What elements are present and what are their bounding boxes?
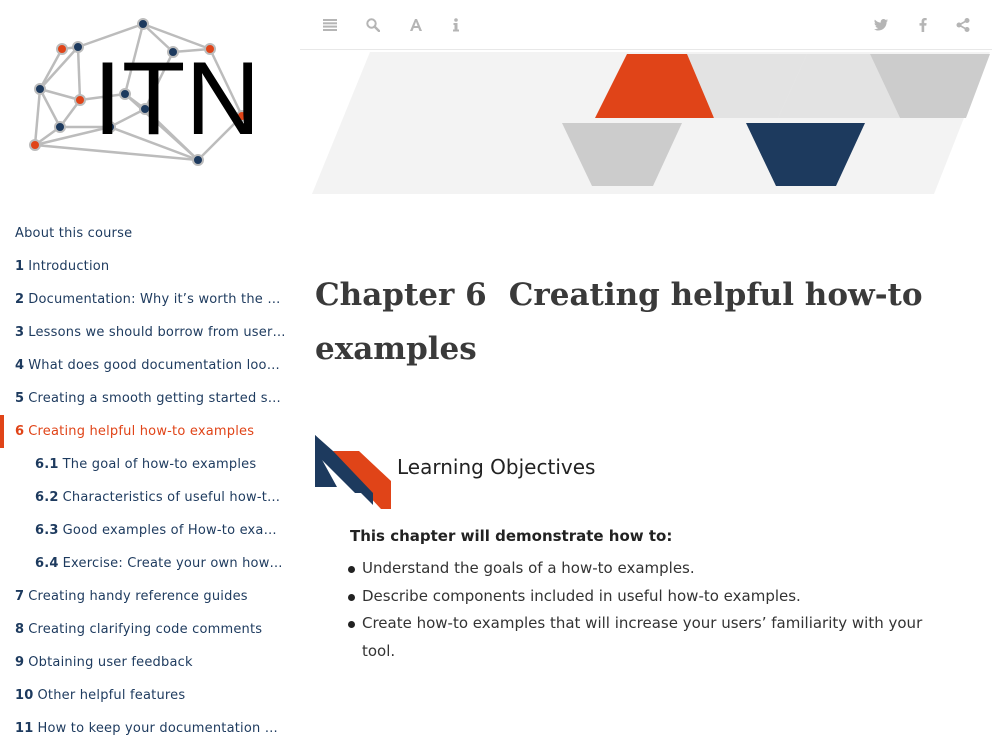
learning-objectives-body: This chapter will demonstrate how to: Un… xyxy=(348,527,950,665)
list-item: Understand the goals of a how-to example… xyxy=(348,555,950,583)
share-icon[interactable] xyxy=(953,15,973,35)
toc-item-label: About this course xyxy=(15,226,133,241)
font-settings-icon[interactable] xyxy=(406,15,426,35)
toc-item-label: How to keep your documentation up t… xyxy=(37,721,301,736)
toc-item-number: 10 xyxy=(15,688,34,703)
list-item: Describe components included in useful h… xyxy=(348,583,950,611)
toc-item-label: Obtaining user feedback xyxy=(28,655,193,670)
toc-item-label: Creating clarifying code comments xyxy=(28,622,263,637)
toc-item-number: 3 xyxy=(15,325,25,340)
table-of-contents: About this course 1 Introduction 2 Documenta… xyxy=(0,217,300,744)
toc-item-number: 6.4 xyxy=(35,556,59,571)
toc-item-number: 6.3 xyxy=(35,523,59,538)
toc-item-number: 4 xyxy=(15,358,25,373)
list-item: Create how-to examples that will increas… xyxy=(348,610,950,665)
toc-item-number: 11 xyxy=(15,721,34,736)
toc-item-number: 1 xyxy=(15,259,25,274)
toc-item[interactable]: 6.2 Characteristics of useful how-to e… xyxy=(0,481,300,514)
chapter-number: Chapter 6 xyxy=(315,277,487,313)
toc-item-label: Exercise: Create your own how-to … xyxy=(62,556,300,571)
toc-item-number: 6.2 xyxy=(35,490,59,505)
toc-item-number: 9 xyxy=(15,655,25,670)
twitter-icon[interactable] xyxy=(871,15,891,35)
toolbar xyxy=(300,0,992,50)
toc-item-number: 8 xyxy=(15,622,25,637)
toc-item-number: 5 xyxy=(15,391,25,406)
toc-item-number: 6 xyxy=(15,424,25,439)
search-icon[interactable] xyxy=(363,15,383,35)
toc-item[interactable]: 8 Creating clarifying code comments xyxy=(0,613,300,646)
main-content: Chapter 6 Creating helpful how-to example… xyxy=(315,268,955,376)
facebook-icon[interactable] xyxy=(913,15,933,35)
toc-item[interactable]: 6 Creating helpful how-to examples xyxy=(0,415,300,448)
learning-objectives-header: Learning Objectives xyxy=(315,435,955,515)
toc-item[interactable]: 11 How to keep your documentation up t… xyxy=(0,712,300,744)
toc-item-label: What does good documentation look l… xyxy=(28,358,296,373)
chapter-banner-graphic xyxy=(300,50,992,200)
toc-item-label: Lessons we should borrow from user d… xyxy=(28,325,299,340)
learning-objectives-intro: This chapter will demonstrate how to: xyxy=(350,527,673,545)
page-title: Chapter 6 Creating helpful how-to example… xyxy=(315,268,955,376)
toc-item-label: Creating a smooth getting started sect… xyxy=(28,391,300,406)
toc-item[interactable]: 7 Creating handy reference guides xyxy=(0,580,300,613)
toc-item-number: 2 xyxy=(15,292,25,307)
toc-item-label: Good examples of How-to exampl… xyxy=(62,523,300,538)
toc-item[interactable]: 4 What does good documentation look l… xyxy=(0,349,300,382)
toc-item-label: Documentation: Why it’s worth the eff… xyxy=(28,292,299,307)
learning-objectives-icon xyxy=(315,435,391,509)
toc-item[interactable]: 6.1 The goal of how-to examples xyxy=(0,448,300,481)
logo-text: ITN xyxy=(93,41,261,157)
learning-objectives-title: Learning Objectives xyxy=(397,455,596,479)
toc-toggle-icon[interactable] xyxy=(320,15,340,35)
learning-objectives-list: Understand the goals of a how-to example… xyxy=(348,555,950,665)
toc-item[interactable]: About this course xyxy=(0,217,300,250)
toc-item-label: Characteristics of useful how-to e… xyxy=(62,490,300,505)
toc-item-label: Introduction xyxy=(28,259,110,274)
toc-item-number: 7 xyxy=(15,589,25,604)
toc-item[interactable]: 3 Lessons we should borrow from user d… xyxy=(0,316,300,349)
toc-item-label: The goal of how-to examples xyxy=(62,457,257,472)
toc-item[interactable]: 6.3 Good examples of How-to exampl… xyxy=(0,514,300,547)
info-icon[interactable] xyxy=(446,15,466,35)
toc-item[interactable]: 10 Other helpful features xyxy=(0,679,300,712)
toc-item[interactable]: 1 Introduction xyxy=(0,250,300,283)
toc-item-label: Creating handy reference guides xyxy=(28,589,248,604)
toc-item-label: Creating helpful how-to examples xyxy=(28,424,255,439)
toc-item[interactable]: 5 Creating a smooth getting started sect… xyxy=(0,382,300,415)
toc-item[interactable]: 2 Documentation: Why it’s worth the eff… xyxy=(0,283,300,316)
toc-item-number: 6.1 xyxy=(35,457,59,472)
toc-item[interactable]: 6.4 Exercise: Create your own how-to … xyxy=(0,547,300,580)
sidebar: ITN About this course 1 Introduction 2 Docum… xyxy=(0,0,300,744)
toc-item-label: Other helpful features xyxy=(37,688,186,703)
itn-logo[interactable]: ITN xyxy=(20,12,280,177)
toc-item[interactable]: 9 Obtaining user feedback xyxy=(0,646,300,679)
